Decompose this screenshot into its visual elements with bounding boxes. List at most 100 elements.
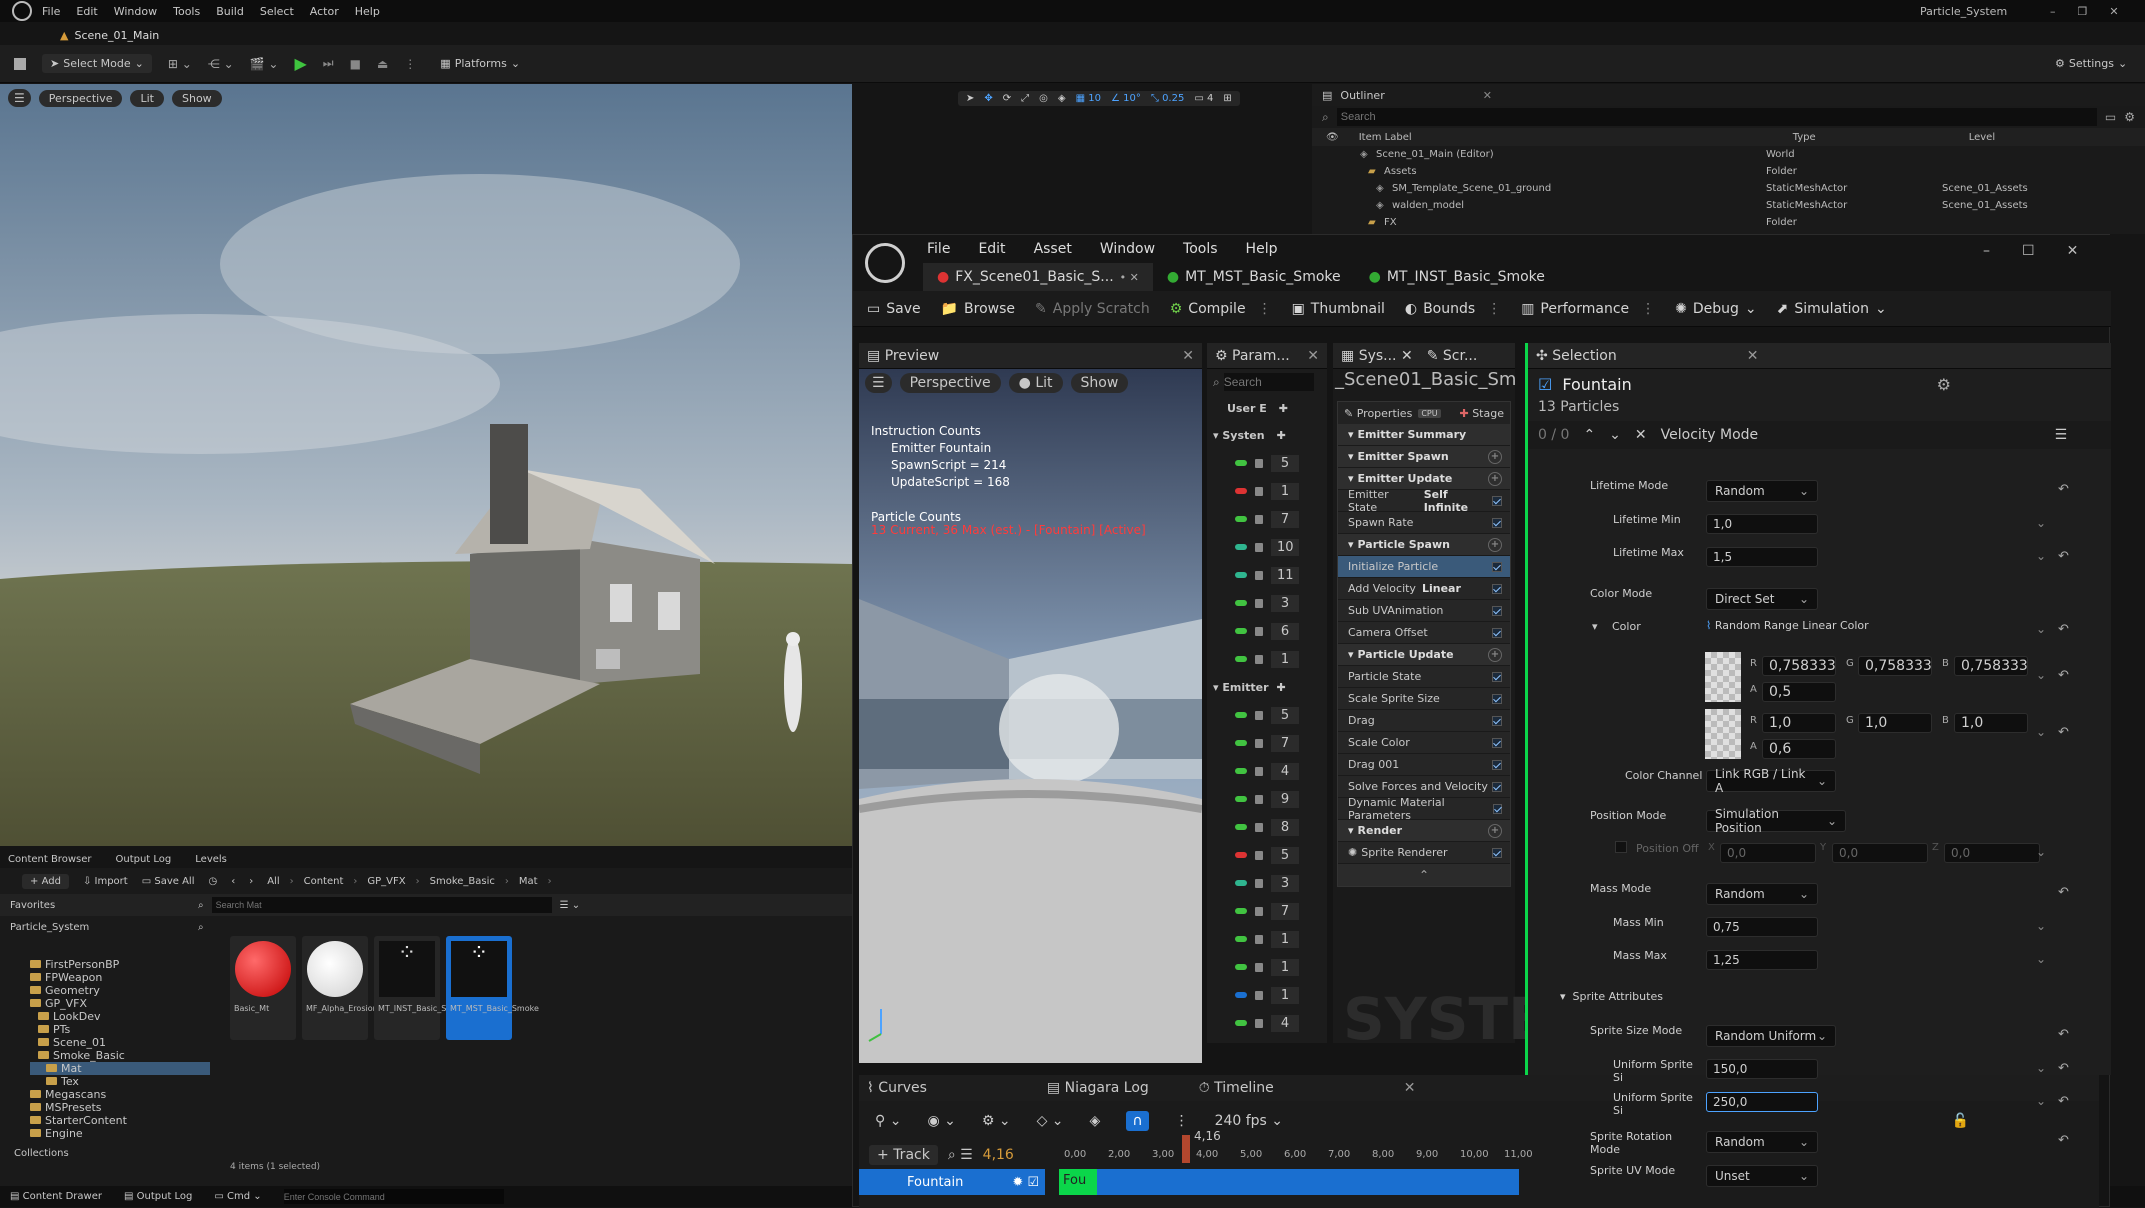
breadcrumb-item[interactable]: All <box>267 876 279 887</box>
param-row[interactable]: 4 <box>1207 1009 1327 1037</box>
param-row[interactable]: 1 <box>1207 645 1327 673</box>
save-all-button[interactable]: ▭ Save All <box>142 876 195 887</box>
param-row[interactable]: 5 <box>1207 701 1327 729</box>
menu-window[interactable]: Window <box>114 5 157 18</box>
param-row[interactable]: 11 <box>1207 561 1327 589</box>
enabled-checkbox[interactable] <box>1492 605 1502 616</box>
cinematics-icon[interactable]: 🎬 ⌄ <box>250 57 279 71</box>
select-tool-icon[interactable]: ➤ <box>966 93 974 104</box>
clear-search-icon[interactable]: ✕ <box>1635 427 1647 443</box>
tab-system[interactable]: ▦ Sys... ✕ <box>1341 348 1413 364</box>
back-icon[interactable]: ‹ <box>231 876 235 887</box>
system-category[interactable]: Systen <box>1222 429 1264 442</box>
auto-key-icon[interactable]: ◈ <box>1090 1113 1101 1129</box>
uniform-sprite-size-max[interactable]: 250,0 <box>1706 1092 1818 1112</box>
selection-close-icon[interactable]: ✕ <box>1747 348 1759 364</box>
outliner-row[interactable]: ◈ Scene_01_Main (Editor) World <box>1312 146 2145 163</box>
menu-edit[interactable]: Edit <box>76 5 97 18</box>
breadcrumb-item[interactable]: Content <box>304 876 344 887</box>
reset-icon[interactable]: ↶ <box>2058 1133 2069 1148</box>
user-exposed-category[interactable]: User E <box>1227 402 1267 415</box>
lit-button[interactable]: Lit <box>130 89 164 107</box>
scale-icon[interactable]: ⤢ <box>1021 93 1029 104</box>
enabled-checkbox[interactable] <box>1492 781 1502 792</box>
prev-match-icon[interactable]: ⌃ <box>1583 427 1595 443</box>
niagara-menu-edit[interactable]: Edit <box>978 241 1005 257</box>
folder-item[interactable]: FPWeapon <box>30 971 210 984</box>
stack-item[interactable]: Dynamic Material Parameters <box>1338 796 1510 822</box>
stack-item[interactable]: ▾ Particle Update + <box>1338 644 1510 666</box>
breadcrumb-item[interactable]: Mat <box>519 876 538 887</box>
lifetime-min-field[interactable]: 1,0 <box>1706 514 1818 534</box>
minimum-b-field[interactable]: 0,758333 <box>1954 656 2028 676</box>
preview-close-icon[interactable]: ✕ <box>1182 348 1194 364</box>
enabled-checkbox[interactable] <box>1492 627 1502 638</box>
collapse-button[interactable]: ⌃ <box>1338 864 1510 886</box>
browse-button[interactable]: 📁 Browse <box>931 291 1025 327</box>
chevron-down-icon[interactable]: ⌄ <box>2036 919 2046 933</box>
add-module-icon[interactable]: + <box>1488 823 1502 838</box>
snap-magnet-icon[interactable]: ∩ <box>1126 1111 1149 1131</box>
chevron-down-icon[interactable]: ⌄ <box>2036 845 2046 859</box>
gear-icon[interactable]: ⚙ <box>2124 110 2135 124</box>
niagara-menu-asset[interactable]: Asset <box>1034 241 1072 257</box>
folder-item[interactable]: Scene_01 <box>30 1036 210 1049</box>
chevron-down-icon[interactable]: ⌄ <box>2036 668 2046 682</box>
stack-item[interactable]: Sub UVAnimation <box>1338 600 1510 622</box>
niagara-log-tab[interactable]: ▤ Niagara Log <box>1047 1080 1149 1096</box>
stack-item[interactable]: ▾ Emitter Summary <box>1338 424 1510 446</box>
folder-item[interactable]: Geometry <box>30 984 210 997</box>
more-icon[interactable]: ⋮ <box>1175 1113 1189 1129</box>
position-offset-z[interactable]: 0,0 <box>1944 843 2040 863</box>
search-icon[interactable]: ⌕ <box>198 922 204 933</box>
properties-tab[interactable]: ✎ Properties <box>1344 407 1412 420</box>
folder-item[interactable]: Smoke_Basic <box>30 1049 210 1062</box>
menu-build[interactable]: Build <box>216 5 244 18</box>
close-icon[interactable]: ✕ <box>2109 5 2118 18</box>
asset-tile[interactable]: ⁘ MT_INST_Basic_Smoke <box>374 936 468 1040</box>
debug-dropdown[interactable]: ✺ Debug ⌄ <box>1665 291 1767 327</box>
preview-viewport[interactable]: ☰ Perspective ● Lit Show Instruction Cou… <box>859 369 1202 1063</box>
add-button[interactable]: + Add <box>22 873 69 889</box>
translate-icon[interactable]: ✥ <box>984 93 992 104</box>
timeline-close-icon[interactable]: ✕ <box>1404 1080 1416 1096</box>
surface-snap-icon[interactable]: ◈ <box>1058 93 1066 104</box>
menu-tools[interactable]: Tools <box>173 5 200 18</box>
breadcrumb-item[interactable]: GP_VFX <box>367 876 405 887</box>
import-button[interactable]: ⇩ Import <box>83 876 128 887</box>
col-item-label[interactable]: Item Label <box>1359 132 1793 143</box>
preview-lit-button[interactable]: ● Lit <box>1008 373 1063 393</box>
platforms-dropdown[interactable]: ▦ Platforms ⌄ <box>440 57 520 70</box>
thumbnail-button[interactable]: ▣ Thumbnail <box>1282 291 1395 327</box>
key-icon[interactable]: ◇ ⌄ <box>1037 1113 1064 1129</box>
param-row[interactable]: 5 <box>1207 449 1327 477</box>
maximum-b-field[interactable]: 1,0 <box>1954 713 2028 733</box>
save-icon[interactable] <box>14 57 26 70</box>
more-icon[interactable]: ⋮ <box>404 57 416 71</box>
add-param-icon[interactable]: ✚ <box>1279 402 1288 415</box>
maximum-a-field[interactable]: 0,6 <box>1762 739 1836 759</box>
mass-min-field[interactable]: 0,75 <box>1706 917 1818 937</box>
enabled-checkbox[interactable] <box>1492 715 1502 726</box>
stack-item[interactable]: Scale Color <box>1338 732 1510 754</box>
expand-icon[interactable]: ▾ <box>1592 620 1598 633</box>
param-row[interactable]: 3 <box>1207 589 1327 617</box>
maximum-r-field[interactable]: 1,0 <box>1762 713 1836 733</box>
add-param-icon[interactable]: ✚ <box>1277 429 1286 442</box>
color-mode-dropdown[interactable]: Direct Set <box>1706 588 1818 610</box>
console-input[interactable] <box>283 1189 504 1204</box>
stack-item[interactable]: Camera Offset <box>1338 622 1510 644</box>
lock-icon[interactable]: 🔓 <box>1952 1113 1969 1129</box>
stack-item[interactable]: Emitter State Self Infinite <box>1338 488 1510 514</box>
simulation-dropdown[interactable]: ⬈ Simulation ⌄ <box>1767 291 1897 327</box>
stack-item[interactable]: Drag 001 <box>1338 754 1510 776</box>
more-icon[interactable]: ⋮ <box>1487 301 1501 317</box>
param-row[interactable]: 1 <box>1207 477 1327 505</box>
sprite-uv-mode-dropdown[interactable]: Unset <box>1706 1165 1818 1187</box>
menu-help[interactable]: Help <box>355 5 380 18</box>
position-offset-y[interactable]: 0,0 <box>1832 843 1928 863</box>
favorites-label[interactable]: Favorites <box>10 900 190 911</box>
preview-show-button[interactable]: Show <box>1070 373 1129 393</box>
scale-snap[interactable]: ⤡ 0.25 <box>1151 93 1184 104</box>
minimum-r-field[interactable]: 0,758333 <box>1762 656 1836 676</box>
